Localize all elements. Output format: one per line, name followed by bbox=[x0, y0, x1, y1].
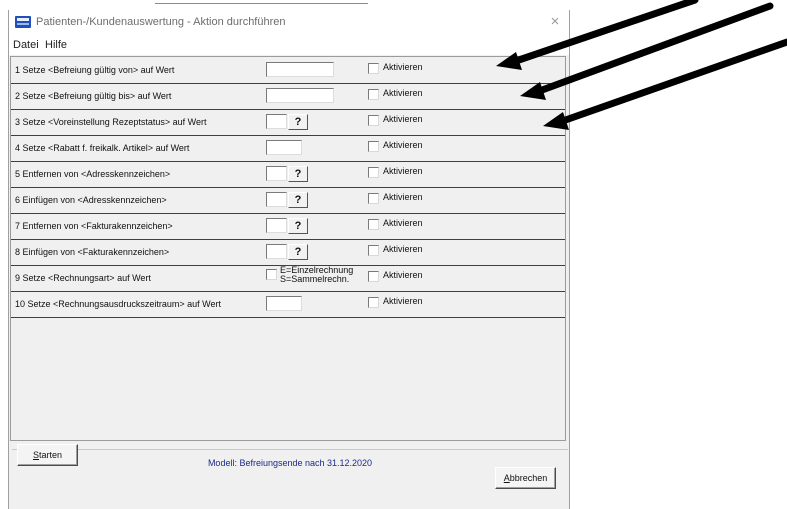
adresskennzeichen-remove-input[interactable] bbox=[266, 166, 287, 181]
befreiung-von-input[interactable] bbox=[266, 62, 334, 77]
activate-checkbox-6[interactable] bbox=[368, 193, 379, 204]
befreiung-bis-input[interactable] bbox=[266, 88, 334, 103]
row-label: 2 Setze <Befreiung gültig bis> auf Wert bbox=[15, 91, 172, 101]
row-label: 1 Setze <Befreiung gültig von> auf Wert bbox=[15, 65, 175, 75]
action-row-4: 4 Setze <Rabatt f. freikalk. Artikel> au… bbox=[11, 135, 565, 162]
lookup-button[interactable]: ? bbox=[288, 192, 308, 208]
title-bar: Patienten-/Kundenauswertung - Aktion dur… bbox=[9, 10, 569, 35]
activate-checkbox-10[interactable] bbox=[368, 297, 379, 308]
arrow-3 bbox=[553, 38, 787, 127]
menu-item-datei[interactable]: Datei bbox=[13, 39, 39, 51]
start-button[interactable]: Starten bbox=[17, 444, 78, 466]
dialog-window: Patienten-/Kundenauswertung - Aktion dur… bbox=[8, 10, 570, 509]
rechnungsart-options: E=Einzelrechnung S=Sammelrechn. bbox=[280, 266, 353, 284]
lookup-button[interactable]: ? bbox=[288, 218, 308, 234]
action-row-1: 1 Setze <Befreiung gültig von> auf Wert … bbox=[11, 57, 565, 84]
checkbox-label: Aktivieren bbox=[383, 270, 423, 280]
activate-checkbox-3[interactable] bbox=[368, 115, 379, 126]
checkbox-label: Aktivieren bbox=[383, 62, 423, 72]
activate-checkbox-2[interactable] bbox=[368, 89, 379, 100]
rabatt-input[interactable] bbox=[266, 140, 302, 155]
rechnungsart-checkbox[interactable] bbox=[266, 269, 277, 280]
row-label: 8 Einfügen von <Fakturakennzeichen> bbox=[15, 247, 170, 257]
checkbox-label: Aktivieren bbox=[383, 88, 423, 98]
menu-bar: Datei Hilfe bbox=[9, 35, 569, 55]
adresskennzeichen-add-input[interactable] bbox=[266, 192, 287, 207]
menu-item-hilfe[interactable]: Hilfe bbox=[45, 39, 67, 51]
row-label: 7 Entfernen von <Fakturakennzeichen> bbox=[15, 221, 173, 231]
action-row-8: 8 Einfügen von <Fakturakennzeichen> ? Ak… bbox=[11, 239, 565, 266]
row-label: 4 Setze <Rabatt f. freikalk. Artikel> au… bbox=[15, 143, 190, 153]
activate-checkbox-7[interactable] bbox=[368, 219, 379, 230]
activate-checkbox-5[interactable] bbox=[368, 167, 379, 178]
cancel-button[interactable]: Abbrechen bbox=[495, 467, 556, 489]
action-row-3: 3 Setze <Voreinstellung Rezeptstatus> au… bbox=[11, 109, 565, 136]
action-row-5: 5 Entfernen von <Adresskennzeichen> ? Ak… bbox=[11, 161, 565, 188]
app-logo-icon bbox=[15, 16, 31, 28]
row-label: 3 Setze <Voreinstellung Rezeptstatus> au… bbox=[15, 117, 207, 127]
activate-checkbox-1[interactable] bbox=[368, 63, 379, 74]
action-row-9: 9 Setze <Rechnungsart> auf Wert E=Einzel… bbox=[11, 265, 565, 292]
action-row-2: 2 Setze <Befreiung gültig bis> auf Wert … bbox=[11, 83, 565, 110]
checkbox-label: Aktivieren bbox=[383, 218, 423, 228]
option-sammelrechnung: S=Sammelrechn. bbox=[280, 274, 350, 284]
model-text: Modell: Befreiungsende nach 31.12.2020 bbox=[207, 458, 373, 468]
fakturakennzeichen-add-input[interactable] bbox=[266, 244, 287, 259]
close-icon[interactable]: × bbox=[547, 14, 563, 30]
model-info-bar: Modell: Befreiungsende nach 31.12.2020 bbox=[12, 449, 568, 476]
checkbox-label: Aktivieren bbox=[383, 244, 423, 254]
row-label: 6 Einfügen von <Adresskennzeichen> bbox=[15, 195, 167, 205]
lookup-button[interactable]: ? bbox=[288, 166, 308, 182]
row-label: 9 Setze <Rechnungsart> auf Wert bbox=[15, 273, 151, 283]
window-title: Patienten-/Kundenauswertung - Aktion dur… bbox=[36, 16, 286, 28]
action-panel: 1 Setze <Befreiung gültig von> auf Wert … bbox=[10, 56, 568, 476]
action-row-7: 7 Entfernen von <Fakturakennzeichen> ? A… bbox=[11, 213, 565, 240]
activate-checkbox-8[interactable] bbox=[368, 245, 379, 256]
checkbox-label: Aktivieren bbox=[383, 166, 423, 176]
lookup-button[interactable]: ? bbox=[288, 114, 308, 130]
action-row-10: 10 Setze <Rechnungsausdruckszeitraum> au… bbox=[11, 291, 565, 318]
checkbox-label: Aktivieren bbox=[383, 114, 423, 124]
checkbox-label: Aktivieren bbox=[383, 140, 423, 150]
checkbox-label: Aktivieren bbox=[383, 192, 423, 202]
ausdruckszeitraum-input[interactable] bbox=[266, 296, 302, 311]
activate-checkbox-9[interactable] bbox=[368, 271, 379, 282]
rezeptstatus-input[interactable] bbox=[266, 114, 287, 129]
fakturakennzeichen-remove-input[interactable] bbox=[266, 218, 287, 233]
row-label: 5 Entfernen von <Adresskennzeichen> bbox=[15, 169, 171, 179]
checkbox-label: Aktivieren bbox=[383, 296, 423, 306]
lookup-button[interactable]: ? bbox=[288, 244, 308, 260]
action-row-6: 6 Einfügen von <Adresskennzeichen> ? Akt… bbox=[11, 187, 565, 214]
top-decorative-line bbox=[155, 3, 368, 4]
row-label: 10 Setze <Rechnungsausdruckszeitraum> au… bbox=[15, 299, 221, 309]
activate-checkbox-4[interactable] bbox=[368, 141, 379, 152]
